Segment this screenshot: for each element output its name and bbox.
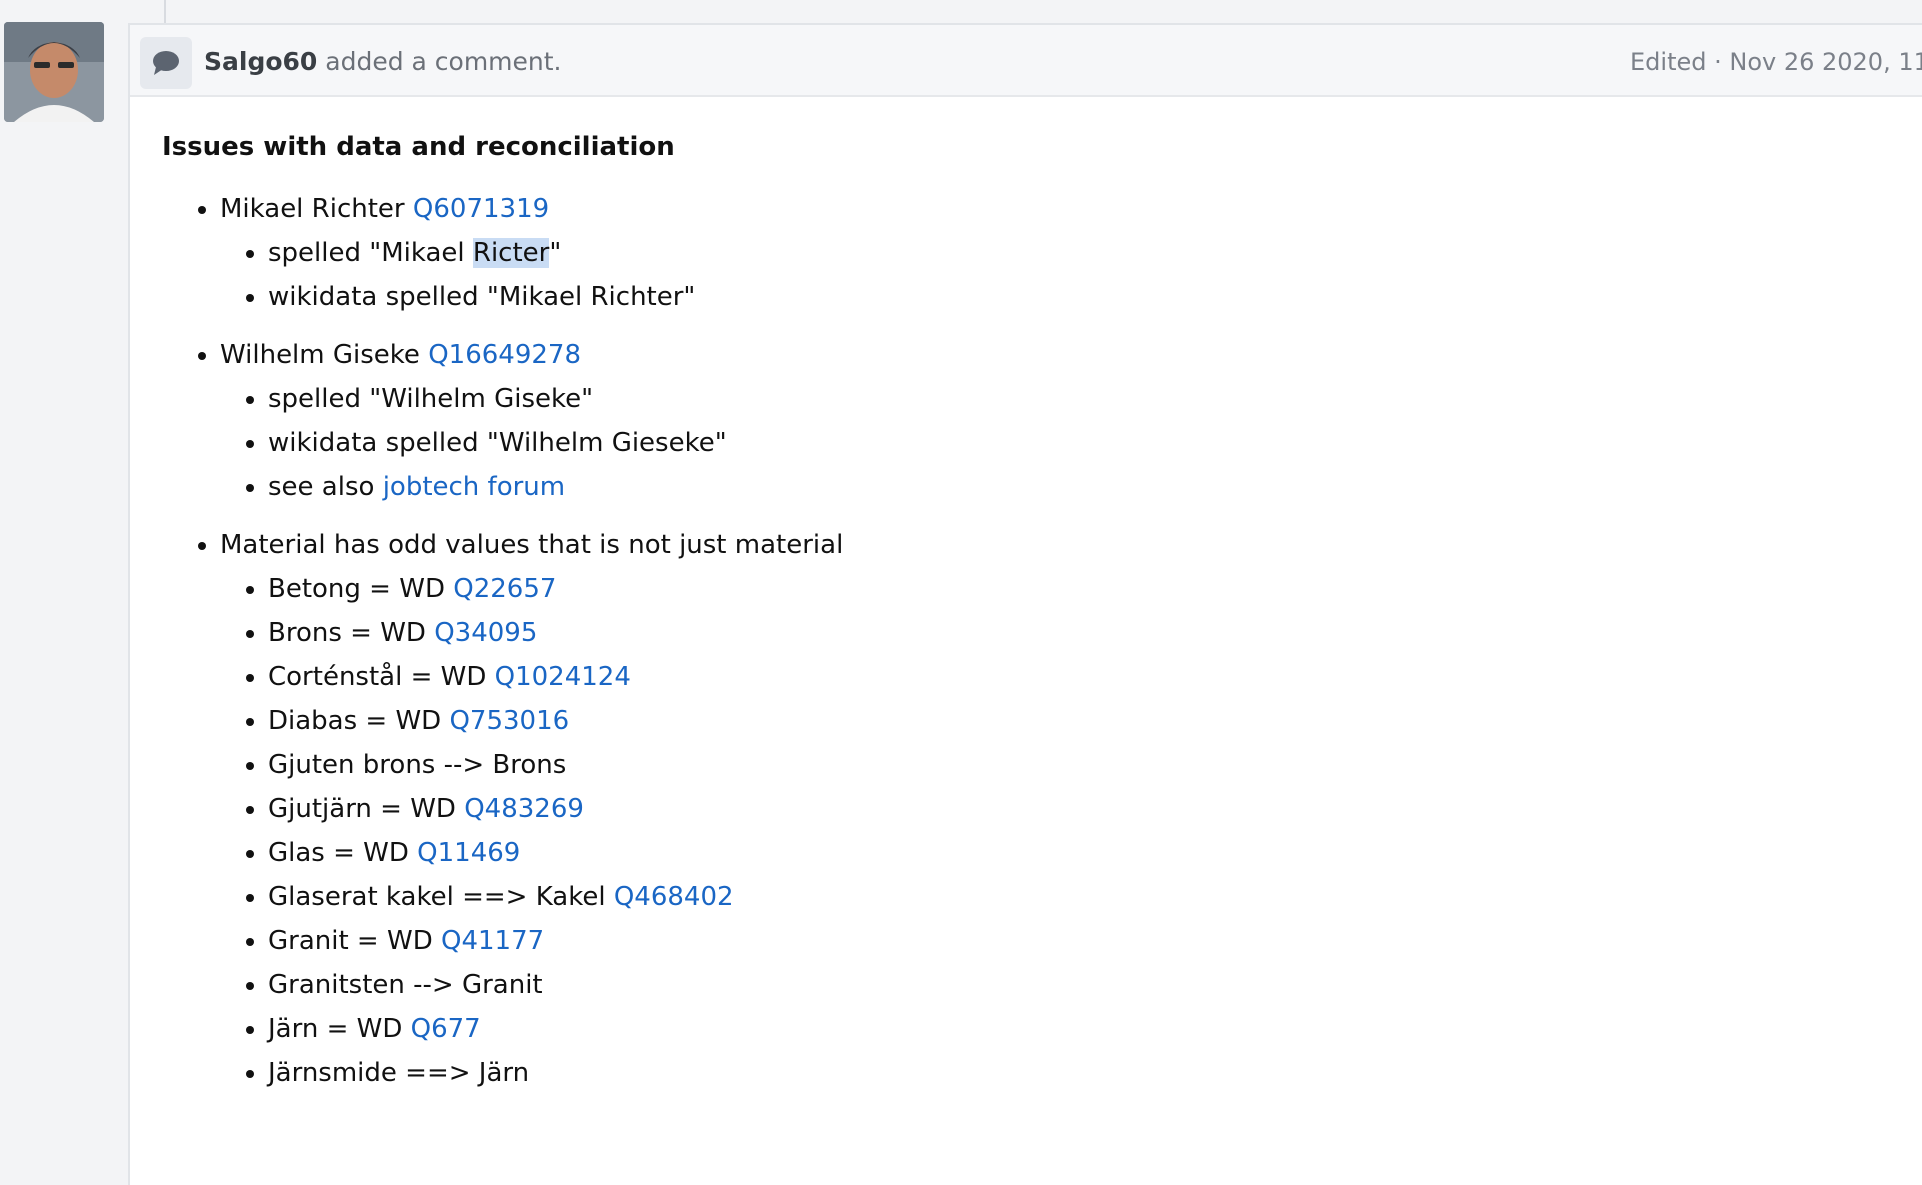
user-avatar-image (4, 22, 104, 122)
sub-list-item: see also jobtech forum (268, 469, 1862, 505)
avatar[interactable] (4, 22, 104, 122)
sub-list-item: Granitsten --> Granit (268, 967, 1862, 1003)
list-item-text: Gjuten brons --> Brons (268, 750, 567, 780)
wikidata-link[interactable]: Q41177 (441, 926, 544, 956)
sub-list-item: Glaserat kakel ==> Kakel Q468402 (268, 879, 1862, 915)
list-item-text: Material has odd values that is not just… (220, 530, 844, 560)
forum-link[interactable]: jobtech forum (383, 472, 565, 502)
wikidata-link[interactable]: Q16649278 (428, 340, 581, 370)
selected-text: Ricter (472, 238, 550, 268)
sub-list-item: Corténstål = WD Q1024124 (268, 659, 1862, 695)
list-item-text: Gjutjärn = WD (268, 794, 465, 824)
sub-list-item: Diabas = WD Q753016 (268, 703, 1862, 739)
sub-list-item: wikidata spelled "Wilhelm Gieseke" (268, 425, 1862, 461)
wikidata-link[interactable]: Q483269 (464, 794, 584, 824)
list-item-text: wikidata spelled "Wilhelm Gieseke" (268, 428, 727, 458)
sub-list-item: Granit = WD Q41177 (268, 923, 1862, 959)
comment-timestamp[interactable]: Edited · Nov 26 2020, 11:40 (1630, 45, 1922, 79)
sub-list: spelled "Mikael Ricter" wikidata spelled… (220, 235, 1862, 315)
wikidata-link[interactable]: Q753016 (449, 706, 569, 736)
list-item-text: Corténstål = WD (268, 662, 495, 692)
wikidata-link[interactable]: Q677 (411, 1014, 481, 1044)
list-item-text: wikidata spelled "Mikael Richter" (268, 282, 696, 312)
sub-list-item: wikidata spelled "Mikael Richter" (268, 279, 1862, 315)
list-item-text: " (549, 238, 562, 268)
sub-list: Betong = WD Q22657 Brons = WD Q34095 Cor… (220, 571, 1862, 1091)
list-item: Material has odd values that is not just… (220, 527, 1862, 1091)
list-item-text: Diabas = WD (268, 706, 450, 736)
list-item-text: Mikael Richter (220, 194, 413, 224)
list-item-text: Granit = WD (268, 926, 441, 956)
sub-list-item: Järnsmide ==> Järn (268, 1055, 1862, 1091)
speech-bubble-icon (140, 37, 192, 89)
list-item-text: Glaserat kakel ==> Kakel (268, 882, 614, 912)
timeline-strip (0, 0, 1922, 23)
wikidata-link[interactable]: Q468402 (614, 882, 734, 912)
comment-heading: Issues with data and reconciliation (162, 132, 675, 162)
list-item: Wilhelm Giseke Q16649278 spelled "Wilhel… (220, 337, 1862, 505)
list-item-text: Glas = WD (268, 838, 418, 868)
list-item-text: Järn = WD (268, 1014, 411, 1044)
list-item-text: Järnsmide ==> Järn (268, 1058, 530, 1088)
author-link[interactable]: Salgo60 (204, 47, 317, 76)
sub-list: spelled "Wilhelm Giseke" wikidata spelle… (220, 381, 1862, 505)
wikidata-link[interactable]: Q34095 (434, 618, 537, 648)
list-item-text: see also (268, 472, 383, 502)
wikidata-link[interactable]: Q6071319 (413, 194, 549, 224)
timeline-line (164, 0, 166, 23)
wikidata-link[interactable]: Q22657 (453, 574, 556, 604)
list-item-text: Betong = WD (268, 574, 454, 604)
list-item-text: spelled "Mikael (268, 238, 473, 268)
list-item: Mikael Richter Q6071319 spelled "Mikael … (220, 191, 1862, 315)
list-item-text: Granitsten --> Granit (268, 970, 543, 1000)
wikidata-link[interactable]: Q11469 (417, 838, 520, 868)
list-item-text: Brons = WD (268, 618, 435, 648)
sub-list-item: Järn = WD Q677 (268, 1011, 1862, 1047)
sub-list-item: spelled "Wilhelm Giseke" (268, 381, 1862, 417)
sub-list-item: Gjutjärn = WD Q483269 (268, 791, 1862, 827)
wikidata-link[interactable]: Q1024124 (495, 662, 631, 692)
comment-body: Issues with data and reconciliation Mika… (162, 129, 1862, 1113)
sub-list-item: Brons = WD Q34095 (268, 615, 1862, 651)
sub-list-item: Glas = WD Q11469 (268, 835, 1862, 871)
comment-header-text: Salgo60 added a comment. (204, 45, 562, 79)
sub-list-item: Gjuten brons --> Brons (268, 747, 1862, 783)
comment-action-text: added a comment. (317, 47, 562, 76)
list-item-text: spelled "Wilhelm Giseke" (268, 384, 594, 414)
sub-list-item: Betong = WD Q22657 (268, 571, 1862, 607)
sub-list-item: spelled "Mikael Ricter" (268, 235, 1862, 271)
list-item-text: Wilhelm Giseke (220, 340, 429, 370)
comment-header: Salgo60 added a comment. Edited · Nov 26… (130, 25, 1922, 97)
issue-list: Mikael Richter Q6071319 spelled "Mikael … (162, 191, 1862, 1091)
comment-card: Salgo60 added a comment. Edited · Nov 26… (128, 23, 1922, 1185)
